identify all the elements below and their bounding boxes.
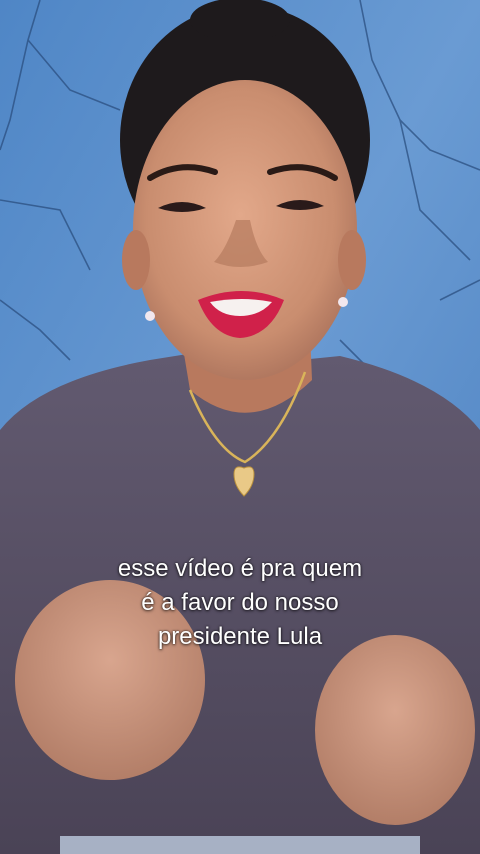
right-ear <box>338 230 366 290</box>
bottom-light <box>60 836 420 854</box>
video-frame: esse vídeo é pra quem é a favor do nosso… <box>0 0 480 854</box>
right-hand <box>315 635 475 825</box>
video-caption: esse vídeo é pra quem é a favor do nosso… <box>0 552 480 654</box>
hair-bun <box>190 0 290 42</box>
left-ear <box>122 230 150 290</box>
caption-line-2: é a favor do nosso <box>141 589 339 616</box>
right-earring <box>338 297 348 307</box>
video-still-image <box>0 0 480 854</box>
left-earring <box>145 311 155 321</box>
caption-line-3: presidente Lula <box>157 623 323 650</box>
caption-line-1: esse vídeo é pra quem <box>117 555 363 582</box>
